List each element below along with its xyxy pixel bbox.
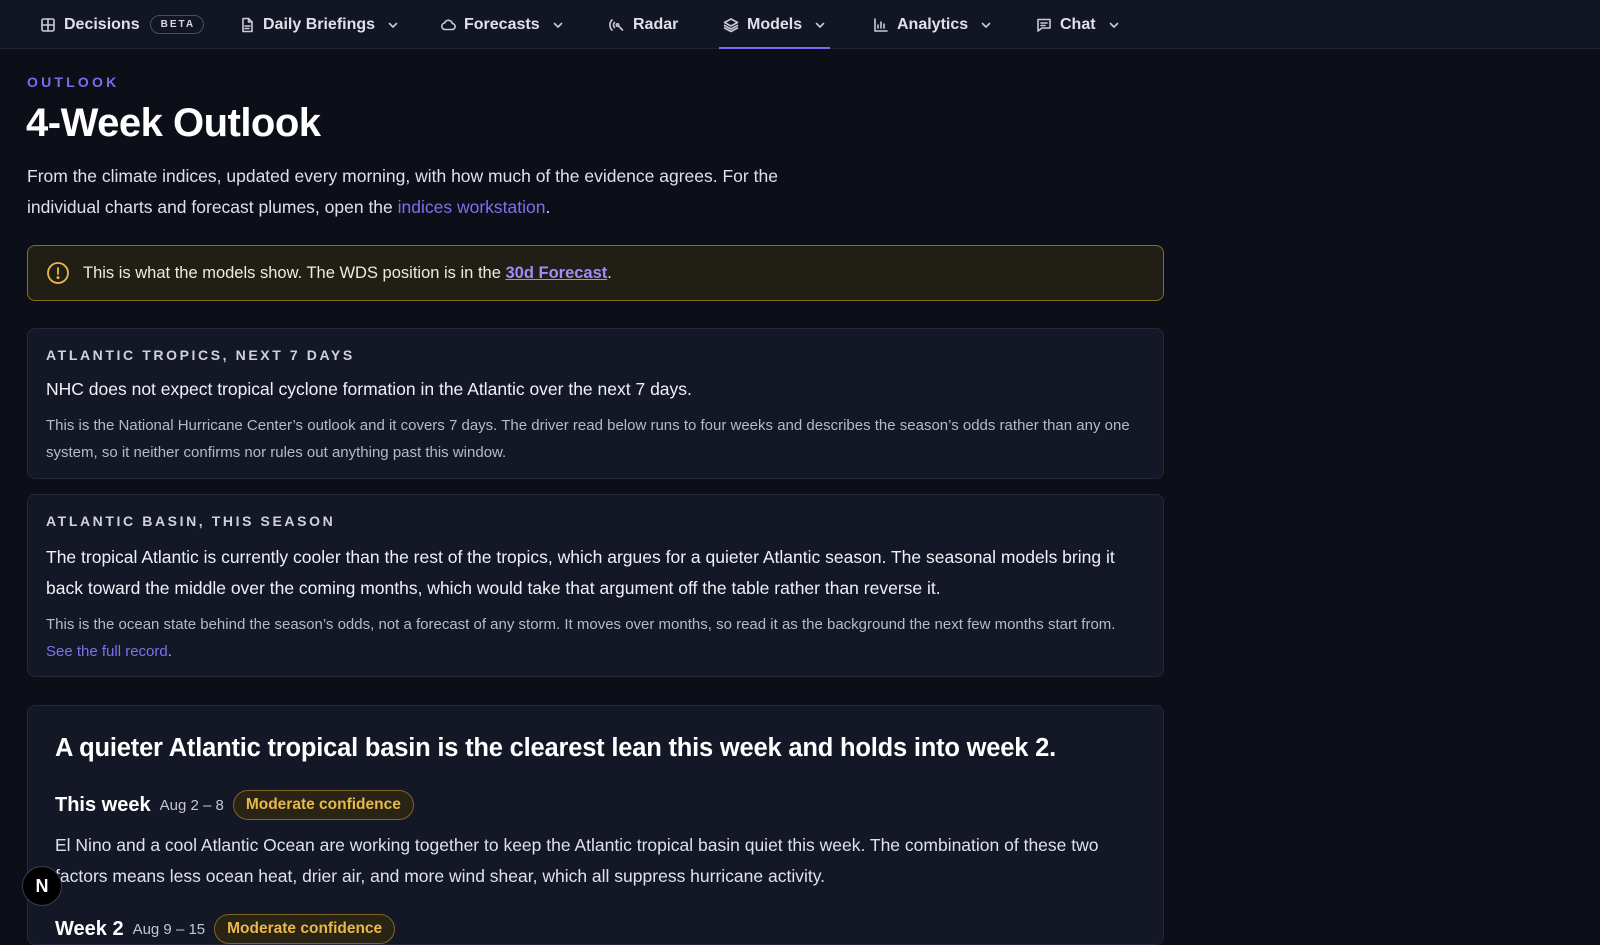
alert-circle-icon [47,262,69,284]
nav-daily-briefings[interactable]: Daily Briefings [239,0,399,49]
document-icon [242,17,253,32]
weekly-outlook-card: A quieter Atlantic tropical basin is the… [27,705,1164,945]
confidence-badge: Moderate confidence [214,914,396,944]
nav-radar-label: Radar [633,15,679,33]
grid-icon [41,17,55,32]
card-body: This is the National Hurricane Center’s … [46,417,1130,461]
beta-badge: BETA [149,15,205,34]
page-eyebrow: OUTLOOK [27,74,120,90]
chevron-down-icon [553,22,562,28]
week-text: El Nino and a cool Atlantic Ocean are wo… [55,835,1099,886]
atlantic-basin-card: ATLANTIC BASIN, THIS SEASON The tropical… [27,494,1164,677]
alert-text-start: This is what the models show. The WDS po… [83,263,506,282]
chevron-down-icon [981,22,991,28]
week-row: This week Aug 2 – 8 Moderate confidence [55,790,414,820]
nav-analytics-label: Analytics [897,15,969,33]
chevron-down-icon [1109,22,1118,28]
full-record-link[interactable]: See the full record [46,643,168,660]
card-body-text: This is the ocean state behind the seaso… [46,616,1116,633]
indices-workstation-link[interactable]: indices workstation [398,197,546,217]
cloud-icon [441,19,456,30]
nav-chat[interactable]: Chat [1036,0,1120,49]
top-navigation: Decisions BETA Daily Briefings Forecasts… [0,0,1600,49]
card-label: ATLANTIC TROPICS, NEXT 7 DAYS [46,347,355,363]
nav-chat-label: Chat [1060,15,1096,33]
card-body: This is the ocean state behind the seaso… [46,611,1141,665]
confidence-badge: Moderate confidence [232,790,414,820]
nav-forecasts-label: Forecasts [464,15,540,33]
bar-chart-icon [874,17,888,32]
nav-models-label: Models [747,15,803,33]
nav-decisions[interactable]: Decisions BETA [40,0,205,49]
week-row: Week 2 Aug 9 – 15 Moderate confidence [55,914,396,944]
page-title: 4-Week Outlook [26,101,321,145]
chevron-down-icon [815,22,825,28]
chevron-down-icon [388,22,398,28]
model-notice-alert: This is what the models show. The WDS po… [27,245,1164,301]
nav-models[interactable]: Models [718,0,831,49]
card-body-text-end: . [167,643,172,660]
chat-icon [1037,18,1051,32]
30d-forecast-link[interactable]: 30d Forecast [505,264,607,282]
nav-daily-briefings-label: Daily Briefings [263,15,376,33]
atlantic-tropics-card: ATLANTIC TROPICS, NEXT 7 DAYS NHC does n… [27,328,1164,479]
nav-radar[interactable]: Radar [609,0,678,49]
page-intro: From the climate indices, updated every … [27,161,827,223]
card-headline: NHC does not expect tropical cyclone for… [46,379,692,399]
alert-text: This is what the models show. The WDS po… [83,264,612,283]
assistant-launcher-button[interactable]: N [22,866,62,906]
card-label: ATLANTIC BASIN, THIS SEASON [46,513,336,529]
card-headline: The tropical Atlantic is currently coole… [46,547,1115,598]
layers-icon [723,17,739,32]
nav-analytics[interactable]: Analytics [873,0,992,49]
radar-icon [609,18,624,31]
intro-text-end: . [545,197,551,217]
nav-forecasts[interactable]: Forecasts [440,0,564,49]
alert-text-end: . [607,263,612,282]
outlook-headline: A quieter Atlantic tropical basin is the… [55,734,1056,762]
week-name: Week 2 [55,917,124,940]
week-dates: Aug 9 – 15 [132,920,206,938]
nav-decisions-label: Decisions [64,15,140,33]
week-dates: Aug 2 – 8 [159,796,224,814]
week-name: This week [55,793,151,816]
